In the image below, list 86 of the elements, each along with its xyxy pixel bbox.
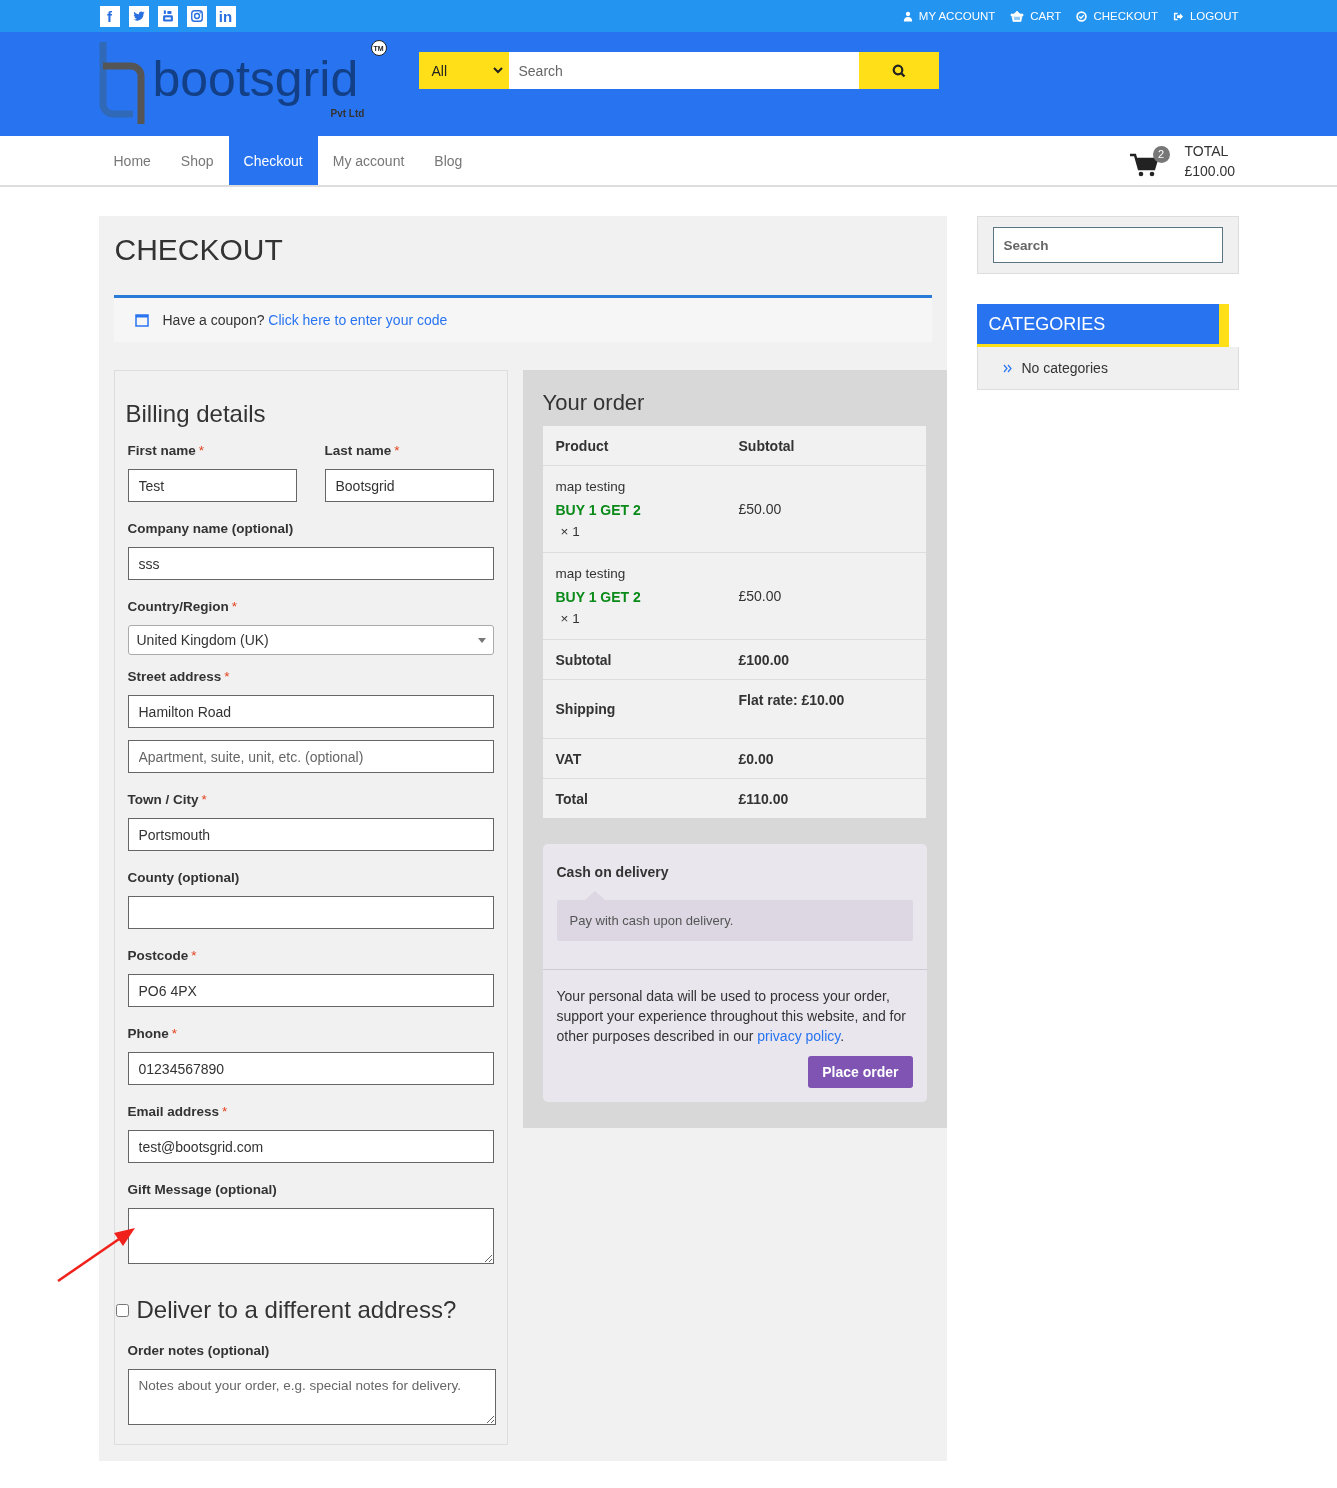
search-icon — [891, 63, 906, 78]
top-link[interactable]: CHECKOUT — [1076, 10, 1158, 22]
table-cell: £110.00 — [725, 778, 926, 818]
logo-subtitle: Pvt Ltd — [330, 108, 365, 120]
offer-label: BUY 1 GET 2 — [555, 501, 642, 520]
field-label: First name * — [127, 442, 206, 460]
cart-total: £100.00 — [1184, 161, 1236, 181]
table-cell: £50.00 — [725, 465, 926, 553]
coupon-link[interactable]: Click here to enter your code — [268, 312, 448, 328]
category-item[interactable]: No categories — [1021, 360, 1108, 376]
search-field[interactable]: Search — [992, 227, 1223, 263]
category-dropdown[interactable]: All — [418, 52, 509, 89]
input-field[interactable] — [127, 896, 494, 929]
row-label: Subtotal — [542, 639, 726, 680]
privacy-text: Your personal data will be used to process your order, support your experience throughout this website, and for other purposes described in our privacy policy. — [556, 987, 907, 1046]
field-label: Order notes (optional) — [127, 1342, 271, 1360]
cart-count-badge: 2 — [1152, 145, 1170, 163]
column-header: Subtotal — [725, 426, 926, 466]
input-field[interactable]: Apartment, suite, unit, etc. (optional) — [127, 740, 494, 773]
checkbox[interactable] — [115, 1303, 129, 1317]
field-label: Country/Region * — [127, 598, 238, 616]
column-header: Product — [542, 426, 726, 466]
nav-link[interactable]: Home — [98, 136, 166, 185]
quantity: × 1 — [559, 610, 581, 628]
caret-icon — [477, 637, 486, 643]
search-field[interactable]: Search — [508, 52, 859, 89]
field-label: Phone * — [127, 1025, 179, 1043]
offer-label: BUY 1 GET 2 — [555, 588, 642, 607]
facebook-icon[interactable]: f — [99, 5, 120, 27]
nav-link[interactable]: Shop — [165, 136, 229, 185]
total-label: TOTAL — [1184, 141, 1230, 161]
text-area[interactable]: Notes about your order, e.g. special notes for delivery. — [127, 1369, 496, 1425]
field-label: Company name (optional) — [127, 520, 295, 538]
logo-text: bootsgrid — [152, 48, 359, 110]
product-name: map testing — [555, 565, 627, 583]
table-cell: £50.00 — [725, 552, 926, 640]
place-order-button[interactable]: Place order — [808, 1056, 913, 1088]
table-cell: Flat rate: £10.00 — [725, 679, 926, 739]
input-field[interactable]: sss — [127, 547, 494, 580]
section-title: Billing details — [125, 399, 267, 429]
basket-icon — [1010, 10, 1025, 22]
section-title: Deliver to a different address? — [136, 1296, 457, 1324]
linkedin-icon[interactable]: in — [215, 5, 236, 27]
table-cell: £0.00 — [725, 738, 926, 779]
row-label: Shipping — [542, 679, 726, 739]
nav-link[interactable]: Checkout — [228, 136, 318, 185]
input-field[interactable]: Bootsgrid — [324, 469, 494, 502]
nav-link[interactable]: Blog — [419, 136, 478, 185]
section-title: Your order — [542, 390, 646, 416]
search-button[interactable] — [858, 52, 939, 89]
top-link[interactable]: LOGOUT — [1172, 10, 1239, 22]
input-field[interactable]: PO6 4PX — [127, 974, 494, 1007]
input-field[interactable]: Hamilton Road — [127, 695, 494, 728]
double-chevron-icon — [1002, 363, 1012, 373]
field-label: Postcode * — [127, 947, 198, 965]
field-label: Street address * — [127, 668, 231, 686]
twitter-icon[interactable] — [128, 5, 149, 27]
table-cell: £100.00 — [725, 639, 926, 680]
user-icon — [902, 10, 913, 22]
field-label: Gift Message (optional) — [127, 1181, 278, 1199]
check-circle-icon — [1076, 10, 1088, 22]
text-area[interactable] — [127, 1208, 494, 1264]
nav-link[interactable]: My account — [317, 136, 420, 185]
row-label: VAT — [542, 738, 726, 779]
input-field[interactable]: Test — [127, 469, 297, 502]
field-label: County (optional) — [127, 869, 241, 887]
input-field[interactable]: test@bootsgrid.com — [127, 1130, 494, 1163]
country-select[interactable]: United Kingdom (UK) — [127, 625, 494, 655]
chevron-down-icon — [492, 67, 503, 74]
product-name: map testing — [555, 478, 627, 496]
input-field[interactable]: 01234567890 — [127, 1052, 494, 1085]
window-icon — [134, 313, 149, 327]
widget-title: CATEGORIES — [976, 304, 1229, 347]
field-label: Town / City * — [127, 791, 208, 809]
logout-icon — [1172, 10, 1184, 22]
page-title: CHECKOUT — [114, 233, 284, 267]
top-link[interactable]: CART — [1010, 10, 1062, 22]
instagram-icon[interactable] — [186, 5, 207, 27]
input-field[interactable]: Portsmouth — [127, 818, 494, 851]
field-label: Last name * — [324, 442, 401, 460]
row-label: Total — [542, 778, 726, 818]
quantity: × 1 — [559, 523, 581, 541]
payment-method: Cash on delivery — [556, 863, 670, 882]
top-link[interactable]: MY ACCOUNT — [902, 10, 996, 22]
coupon-text: Have a coupon? Click here to enter your code — [162, 312, 448, 328]
field-label: Email address * — [127, 1103, 229, 1121]
